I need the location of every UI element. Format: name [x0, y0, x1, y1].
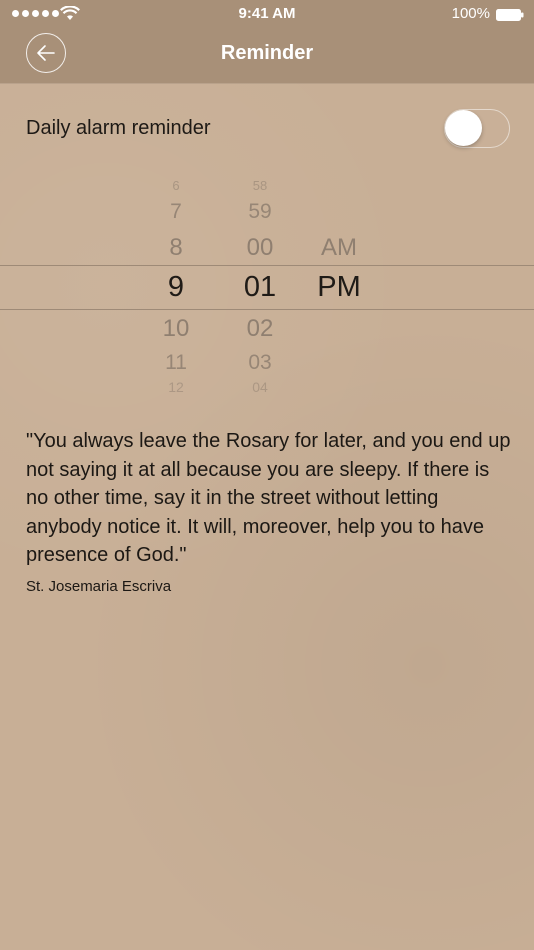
minute-option-selected[interactable]: 01 [224, 271, 296, 304]
page-title: Reminder [220, 42, 314, 64]
minute-option[interactable]: 03 [224, 351, 296, 375]
hour-option[interactable]: 7 [140, 200, 212, 224]
toggle-knob [445, 110, 482, 146]
minute-option[interactable]: 58 [224, 178, 296, 193]
reminder-screen: 9:41 AM 100% Reminder Daily alarm remind… [0, 0, 534, 950]
quote-text: "You always leave the Rosary for later, … [26, 430, 511, 566]
hour-option[interactable]: 12 [140, 379, 212, 395]
period-option-am[interactable]: AM [300, 234, 378, 262]
picker-selection-bottom-line [0, 309, 534, 310]
picker-selection-top-line [0, 265, 534, 266]
status-bar: 9:41 AM 100% [0, 0, 534, 28]
quote-author: St. Josemaria Escriva [26, 578, 172, 595]
hour-option[interactable]: 6 [140, 178, 212, 193]
hour-option[interactable]: 11 [140, 351, 212, 375]
battery-icon [496, 8, 524, 21]
hour-option[interactable]: 8 [140, 234, 212, 262]
minute-option[interactable]: 02 [224, 315, 296, 343]
hour-option-selected[interactable]: 9 [140, 271, 212, 304]
hour-option[interactable]: 10 [140, 315, 212, 343]
daily-reminder-label: Daily alarm reminder [26, 117, 211, 139]
minute-option[interactable]: 04 [224, 379, 296, 395]
minute-option[interactable]: 59 [224, 200, 296, 224]
time-picker[interactable]: 6 7 8 9 10 11 12 58 59 00 01 02 03 04 AM… [0, 172, 534, 402]
period-option-pm[interactable]: PM [300, 271, 378, 304]
battery-percentage: 100% [451, 5, 490, 22]
daily-reminder-toggle[interactable] [444, 109, 510, 148]
navigation-bar: 9:41 AM 100% Reminder [0, 0, 534, 83]
minute-option[interactable]: 00 [224, 234, 296, 262]
